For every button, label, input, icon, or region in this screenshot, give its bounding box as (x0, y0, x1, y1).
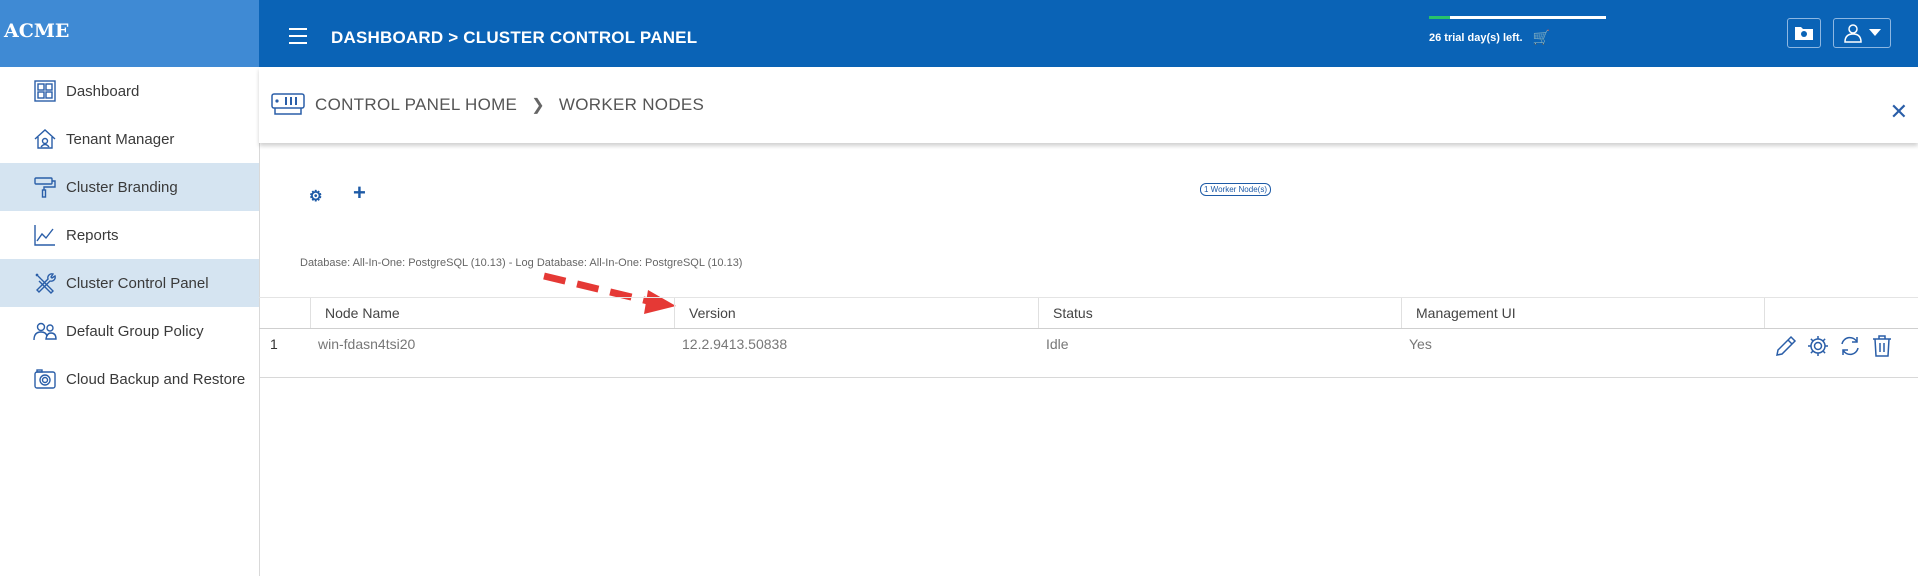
refresh-icon[interactable] (1838, 334, 1862, 361)
sidebar-item-label: Tenant Manager (66, 130, 175, 148)
hamburger-menu-icon[interactable] (289, 28, 307, 44)
sidebar-item-dashboard[interactable]: Dashboard (0, 67, 259, 115)
node-count-badge: 1 Worker Node(s) (1200, 183, 1271, 196)
edit-pencil-icon[interactable] (1774, 334, 1798, 361)
tenant-icon (32, 126, 58, 152)
trial-days-text: 26 trial day(s) left. (1429, 31, 1523, 44)
camera-icon (32, 366, 58, 392)
paint-roller-icon (32, 174, 58, 200)
trial-indicator: 26 trial day(s) left. 🛒 (1429, 16, 1609, 46)
tools-icon (32, 270, 58, 296)
folder-icon (1795, 27, 1813, 40)
table-header: Node Name Version Status Management UI (259, 297, 1918, 329)
close-icon[interactable]: ✕ (1890, 101, 1908, 123)
top-bar: DASHBOARD > CLUSTER CONTROL PANEL 26 tri… (259, 0, 1918, 67)
sidebar-item-cluster-branding[interactable]: Cluster Branding (0, 163, 259, 211)
users-icon (32, 318, 58, 344)
delete-trash-icon[interactable] (1870, 334, 1894, 361)
header-version[interactable]: Version (674, 298, 1038, 328)
cart-icon[interactable]: 🛒 (1533, 29, 1550, 46)
add-node-plus-icon[interactable]: + (353, 180, 366, 206)
sidebar-item-label: Cluster Branding (66, 178, 178, 196)
worker-nodes-table: Node Name Version Status Management UI 1… (259, 297, 1918, 378)
header-node-name[interactable]: Node Name (310, 298, 674, 328)
sidebar-item-label: Reports (66, 226, 119, 244)
user-icon (1844, 24, 1862, 43)
brand-logo: ACME (0, 0, 259, 67)
dashboard-icon (32, 78, 58, 104)
sidebar-item-tenant-manager[interactable]: Tenant Manager (0, 115, 259, 163)
chevron-right-icon: ❯ (531, 97, 545, 114)
chart-icon (32, 222, 58, 248)
sidebar-item-cluster-control-panel[interactable]: Cluster Control Panel (0, 259, 259, 307)
cell-version: 12.2.9413.50838 (682, 336, 788, 352)
sidebar-item-label: Cloud Backup and Restore (66, 370, 246, 388)
trial-progress-fill (1429, 16, 1451, 19)
content-header: CONTROL PANEL HOME ❯ WORKER NODES ✕ (259, 67, 1918, 143)
folder-button[interactable] (1787, 18, 1821, 48)
caret-down-icon (1869, 29, 1881, 36)
header-actions (1764, 298, 1918, 328)
sidebar-item-label: Cluster Control Panel (66, 274, 209, 292)
table-row[interactable]: 1 win-fdasn4tsi20 12.2.9413.50838 Idle Y… (259, 329, 1918, 378)
row-index: 1 (270, 336, 278, 352)
user-menu-button[interactable] (1833, 18, 1891, 48)
breadcrumb: CONTROL PANEL HOME ❯ WORKER NODES (271, 67, 704, 143)
breadcrumb-home-link[interactable]: CONTROL PANEL HOME (315, 95, 517, 115)
trial-progress-bar (1429, 16, 1606, 19)
sidebar-item-label: Dashboard (66, 82, 140, 100)
cell-actions (1764, 329, 1918, 365)
sidebar-nav: Dashboard Tenant Manager Cluster Brandin… (0, 67, 259, 403)
settings-gear-icon[interactable] (1806, 334, 1830, 361)
sidebar-item-label: Default Group Policy (66, 322, 204, 340)
settings-gear-icon[interactable]: ⚙ (309, 187, 322, 205)
header-status[interactable]: Status (1038, 298, 1401, 328)
page-title: DASHBOARD > CLUSTER CONTROL PANEL (331, 28, 698, 47)
breadcrumb-current: WORKER NODES (558, 95, 705, 114)
database-info: Database: All-In-One: PostgreSQL (10.13)… (300, 257, 743, 269)
sidebar: ACME Dashboard Tenant Manager Cluster Br… (0, 0, 260, 576)
server-icon (271, 93, 305, 115)
sidebar-item-cloud-backup[interactable]: Cloud Backup and Restore (0, 355, 259, 403)
cell-status: Idle (1046, 336, 1069, 352)
header-management-ui[interactable]: Management UI (1401, 298, 1764, 328)
cell-node-name: win-fdasn4tsi20 (318, 336, 416, 352)
cell-management-ui: Yes (1409, 336, 1432, 352)
sidebar-item-reports[interactable]: Reports (0, 211, 259, 259)
sidebar-item-default-group-policy[interactable]: Default Group Policy (0, 307, 259, 355)
header-index (259, 298, 310, 328)
